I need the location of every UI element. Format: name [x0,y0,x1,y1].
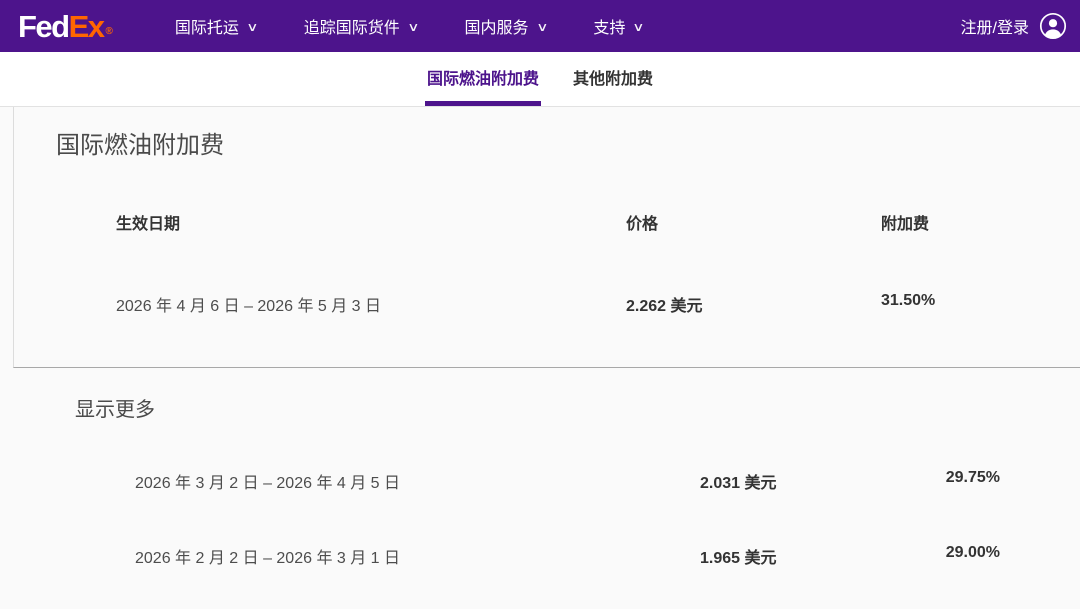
surcharge-value: 29.00% [940,544,1000,568]
nav-item-label: 追踪国际货件 [304,14,400,38]
nav-item-track-international[interactable]: 追踪国际货件 ∨ [304,14,418,38]
nav-item-support[interactable]: 支持 ∨ [593,14,643,38]
table-row: 2026 年 2 月 2 日 – 2026 年 3 月 1 日 1.965 美元… [13,544,1080,568]
price-value: 2.262 美元 [626,292,881,316]
tab-bar: 国际燃油附加费 其他附加费 [0,52,1080,107]
nav-item-domestic-services[interactable]: 国内服务 ∨ [465,14,547,38]
logo-fed-text: Fed [18,11,69,42]
price-value: 1.965 美元 [700,544,940,568]
chevron-down-icon: ∨ [536,20,548,34]
fuel-surcharge-panel: 国际燃油附加费 生效日期 价格 附加费 2026 年 4 月 6 日 – 202… [13,107,1080,368]
user-icon[interactable] [1038,11,1068,41]
effective-date-value: 2026 年 3 月 2 日 – 2026 年 4 月 5 日 [135,469,700,493]
tab-other-surcharges[interactable]: 其他附加费 [571,52,655,106]
main-content: 国际燃油附加费 生效日期 价格 附加费 2026 年 4 月 6 日 – 202… [0,107,1080,609]
login-register-link[interactable]: 注册/登录 [961,14,1029,38]
top-nav-bar: Fed Ex ® 国际托运 ∨ 追踪国际货件 ∨ 国内服务 ∨ 支持 ∨ 注册/… [0,0,1080,52]
chevron-down-icon: ∨ [407,20,419,34]
show-more-section: 显示更多 2026 年 3 月 2 日 – 2026 年 4 月 5 日 2.0… [0,368,1080,568]
chevron-down-icon: ∨ [633,20,645,34]
page-title: 国际燃油附加费 [56,125,1080,160]
table-row: 2026 年 4 月 6 日 – 2026 年 5 月 3 日 2.262 美元… [14,292,1080,316]
logo-ex-text: Ex [69,11,104,42]
nav-item-international-shipping[interactable]: 国际托运 ∨ [175,14,257,38]
header-right: 注册/登录 [961,11,1080,41]
effective-date-value: 2026 年 4 月 6 日 – 2026 年 5 月 3 日 [116,292,626,316]
price-value: 2.031 美元 [700,469,940,493]
nav-item-label: 支持 [593,14,625,38]
primary-nav: 国际托运 ∨ 追踪国际货件 ∨ 国内服务 ∨ 支持 ∨ [175,14,643,38]
fedex-logo[interactable]: Fed Ex ® [18,11,113,42]
nav-item-label: 国内服务 [465,14,529,38]
col-header-surcharge: 附加费 [881,210,1080,234]
table-row: 2026 年 3 月 2 日 – 2026 年 4 月 5 日 2.031 美元… [13,469,1080,493]
table-header-row: 生效日期 价格 附加费 [14,210,1080,234]
tab-international-fuel-surcharge[interactable]: 国际燃油附加费 [425,52,541,106]
effective-date-value: 2026 年 2 月 2 日 – 2026 年 3 月 1 日 [135,544,700,568]
chevron-down-icon: ∨ [246,20,258,34]
surcharge-value: 31.50% [881,292,1080,316]
registered-trademark-icon: ® [106,27,113,37]
nav-item-label: 国际托运 [175,14,239,38]
col-header-price: 价格 [626,210,881,234]
show-more-button[interactable]: 显示更多 [75,393,155,422]
surcharge-value: 29.75% [940,469,1000,493]
col-header-effective-date: 生效日期 [116,210,626,234]
